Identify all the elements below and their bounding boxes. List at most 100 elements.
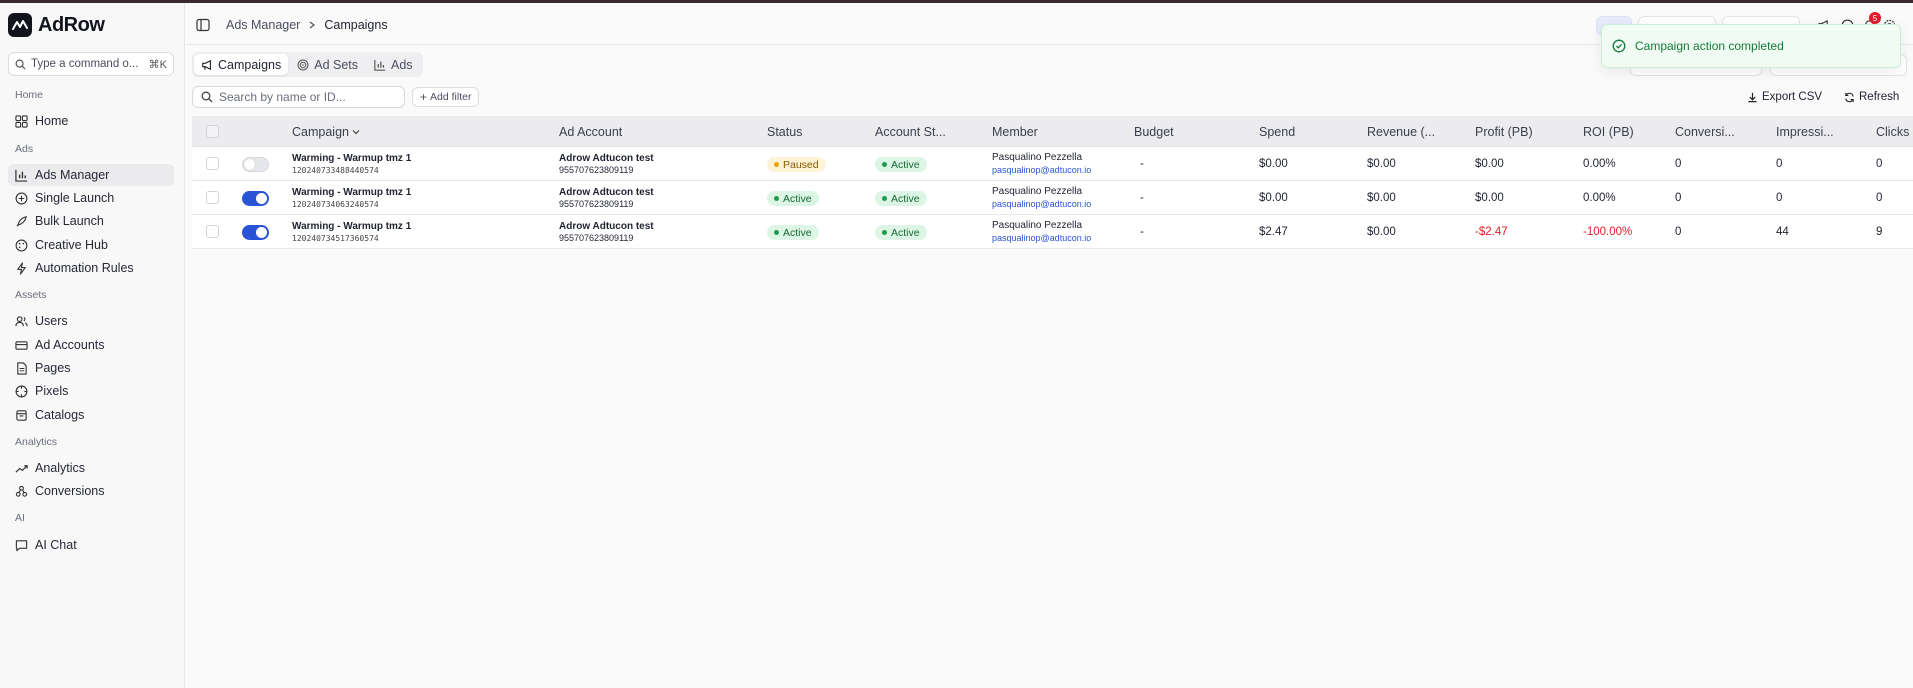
ad-account-id: 955707623809119 — [559, 199, 634, 209]
campaign-cell[interactable]: Warming - Warmup tmz 1 120240734063240574 — [292, 187, 411, 209]
sidebar-item-label: Automation Rules — [35, 261, 134, 275]
ad-account-name: Adrow Adtucon test — [559, 221, 654, 232]
table-row[interactable]: Warming - Warmup tmz 1 120240734517360574… — [192, 215, 1913, 249]
row-checkbox[interactable] — [206, 225, 219, 238]
sidebar-item-bulk-launch[interactable]: Bulk Launch — [8, 210, 174, 232]
campaign-id: 120240733488440574 — [292, 166, 379, 175]
sidebar-item-creative-hub[interactable]: Creative Hub — [8, 234, 174, 256]
breadcrumb-campaigns: Campaigns — [324, 18, 388, 32]
member-cell: Pasqualino Pezzella pasqualinop@adtucon.i… — [992, 220, 1091, 243]
chevron-right-icon — [309, 21, 316, 29]
sidebar-item-label: Catalogs — [35, 408, 85, 422]
tab-campaigns[interactable]: Campaigns — [194, 54, 289, 75]
sidebar-item-single-launch[interactable]: Single Launch — [8, 187, 174, 209]
profit-value: $0.00 — [1475, 192, 1504, 204]
view-tabs: Campaigns Ad Sets Ads — [192, 52, 423, 77]
account-status-label: Active — [891, 192, 920, 205]
refresh-button[interactable]: Refresh — [1844, 88, 1899, 106]
sidebar-item-label: AI Chat — [35, 538, 77, 552]
column-account-status[interactable]: Account St... — [875, 125, 946, 139]
campaign-cell[interactable]: Warming - Warmup tmz 1 120240733488440574 — [292, 153, 411, 175]
add-filter-label: Add filter — [430, 91, 472, 103]
row-checkbox[interactable] — [206, 191, 219, 204]
table-row[interactable]: Warming - Warmup tmz 1 120240734063240574… — [192, 181, 1913, 215]
column-budget[interactable]: Budget — [1134, 125, 1174, 139]
sidebar-item-ads-manager[interactable]: Ads Manager — [8, 164, 174, 186]
sidebar-item-label: Pages — [35, 361, 71, 375]
sidebar-item-pixels[interactable]: Pixels — [8, 380, 174, 402]
profit-value: $0.00 — [1475, 158, 1504, 170]
roi-value: 0.00% — [1583, 158, 1616, 170]
column-clicks[interactable]: Clicks — [1876, 125, 1909, 139]
status-dot-icon — [882, 196, 887, 201]
table-row[interactable]: Warming - Warmup tmz 1 120240733488440574… — [192, 147, 1913, 181]
column-profit[interactable]: Profit (PB) — [1475, 125, 1533, 139]
export-csv-button[interactable]: Export CSV — [1747, 88, 1822, 106]
campaigns-table: Campaign Ad Account Status Account St...… — [192, 116, 1913, 249]
search-placeholder: Search by name or ID... — [219, 90, 346, 104]
status-badge: Paused — [767, 157, 826, 172]
campaign-cell[interactable]: Warming - Warmup tmz 1 120240734517360574 — [292, 221, 411, 243]
sidebar-item-users[interactable]: Users — [8, 310, 174, 332]
sidebar-toggle-icon[interactable] — [196, 18, 210, 32]
column-ad-account[interactable]: Ad Account — [559, 125, 622, 139]
clicks-value: 0 — [1876, 192, 1883, 204]
command-search[interactable]: Type a command o... ⌘K — [8, 52, 174, 76]
clicks-value: 9 — [1876, 226, 1883, 238]
add-filter-button[interactable]: + Add filter — [412, 87, 480, 107]
sidebar-item-automation-rules[interactable]: Automation Rules — [8, 257, 174, 279]
app-logo[interactable]: AdRow — [8, 13, 105, 37]
sidebar-item-label: Bulk Launch — [35, 214, 104, 228]
member-email[interactable]: pasqualinop@adtucon.io — [992, 165, 1091, 175]
tab-ads[interactable]: Ads — [367, 54, 420, 75]
impressions-value: 0 — [1776, 158, 1783, 170]
status-label: Paused — [783, 158, 819, 171]
member-email[interactable]: pasqualinop@adtucon.io — [992, 233, 1091, 243]
table-header: Campaign Ad Account Status Account St...… — [192, 116, 1913, 147]
column-status[interactable]: Status — [767, 125, 802, 139]
sidebar-item-catalogs[interactable]: Catalogs — [8, 404, 174, 426]
account-status-badge: Active — [875, 225, 927, 240]
sidebar-item-pages[interactable]: Pages — [8, 357, 174, 379]
ad-account-cell: Adrow Adtucon test 955707623809119 — [559, 153, 654, 175]
command-placeholder: Type a command o... — [31, 58, 139, 70]
member-name: Pasqualino Pezzella — [992, 220, 1083, 231]
column-campaign[interactable]: Campaign — [292, 125, 360, 139]
sidebar-item-ai-chat[interactable]: AI Chat — [8, 534, 174, 556]
conversions-value: 0 — [1675, 192, 1682, 204]
campaign-toggle[interactable] — [242, 225, 269, 240]
section-label-assets: Assets — [15, 289, 47, 301]
column-member[interactable]: Member — [992, 125, 1038, 139]
spend-value: $0.00 — [1259, 158, 1288, 170]
row-checkbox[interactable] — [206, 157, 219, 170]
breadcrumb-ads-manager[interactable]: Ads Manager — [226, 18, 300, 32]
search-icon — [201, 91, 213, 103]
column-impressions[interactable]: Impressi... — [1776, 125, 1834, 139]
budget-value: - — [1140, 158, 1144, 170]
column-roi[interactable]: ROI (PB) — [1583, 125, 1634, 139]
column-conversions[interactable]: Conversi... — [1675, 125, 1735, 139]
tab-label: Campaigns — [218, 57, 282, 72]
sidebar: AdRow Type a command o... ⌘K Home Home A… — [0, 3, 185, 688]
app-name: AdRow — [38, 13, 105, 36]
sidebar-item-ad-accounts[interactable]: Ad Accounts — [8, 334, 174, 356]
sidebar-item-conversions[interactable]: Conversions — [8, 480, 174, 502]
account-status-badge: Active — [875, 157, 927, 172]
impressions-value: 44 — [1776, 226, 1789, 238]
select-all-checkbox[interactable] — [206, 125, 219, 138]
member-email[interactable]: pasqualinop@adtucon.io — [992, 199, 1091, 209]
sidebar-item-analytics[interactable]: Analytics — [8, 457, 174, 479]
status-dot-icon — [774, 162, 779, 167]
campaign-toggle[interactable] — [242, 191, 269, 206]
tab-label: Ad Sets — [314, 57, 359, 72]
tab-ad-sets[interactable]: Ad Sets — [290, 54, 365, 75]
sidebar-item-label: Users — [35, 314, 68, 328]
search-input[interactable]: Search by name or ID... — [192, 86, 405, 108]
sidebar-item-home[interactable]: Home — [8, 110, 174, 132]
column-revenue[interactable]: Revenue (... — [1367, 125, 1435, 139]
sidebar-item-label: Home — [35, 114, 69, 128]
export-csv-label: Export CSV — [1762, 91, 1823, 103]
status-label: Active — [783, 226, 812, 239]
column-spend[interactable]: Spend — [1259, 125, 1295, 139]
campaign-toggle[interactable] — [242, 157, 269, 172]
